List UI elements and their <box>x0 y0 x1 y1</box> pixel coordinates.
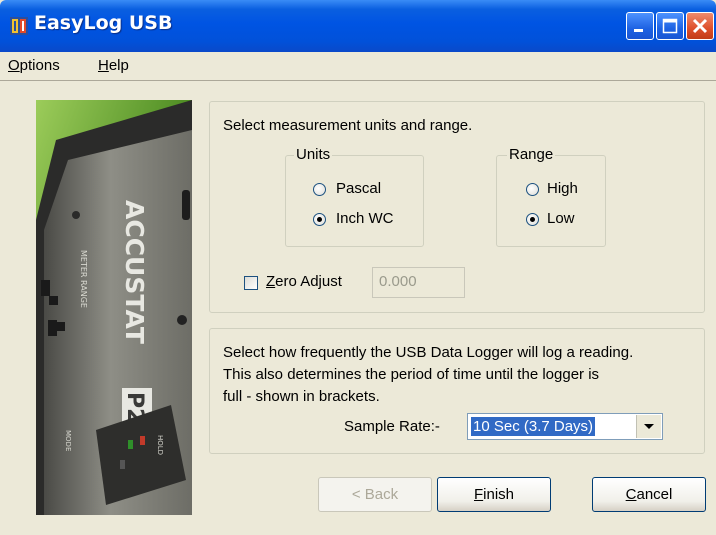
range-group: Range <box>496 146 606 247</box>
menu-bar: Options Help <box>0 52 716 80</box>
meter-range-label: METER RANGE <box>79 250 88 308</box>
units-pascal-radio[interactable] <box>313 183 326 196</box>
menu-help-label: elp <box>108 57 129 74</box>
sample-rate-select[interactable]: 10 Sec (3.7 Days) <box>467 413 663 440</box>
close-button[interactable] <box>686 12 714 40</box>
range-high-radio[interactable] <box>526 183 539 196</box>
maximize-icon <box>662 18 678 34</box>
maximize-button[interactable] <box>656 12 684 40</box>
rate-instruction-line1: Select how frequently the USB Data Logge… <box>223 344 634 361</box>
menu-options-mnemonic: O <box>8 57 20 74</box>
finish-mnemonic: F <box>473 486 484 503</box>
units-group-title: Units <box>294 146 333 163</box>
sample-rate-label: Sample Rate:- <box>344 418 440 435</box>
zero-adjust-text: ero Adjust <box>275 273 342 290</box>
finish-button[interactable]: Finish <box>437 477 551 512</box>
zero-adjust-checkbox[interactable] <box>244 276 258 290</box>
menu-help[interactable]: Help <box>98 57 129 74</box>
zero-adjust-mnemonic: Z <box>266 273 276 290</box>
close-icon <box>692 18 708 34</box>
device-illustration: ACCUSTAT P2 METER RANGE HOLD MODE <box>36 100 192 515</box>
zero-adjust-label[interactable]: Zero Adjust <box>266 273 342 290</box>
units-inchwc-radio[interactable] <box>313 213 326 226</box>
range-low-label[interactable]: Low <box>547 210 575 227</box>
menu-help-mnemonic: H <box>98 57 109 74</box>
window-title: EasyLog USB <box>34 12 173 34</box>
easylog-window: EasyLog USB Options Help ACCUSTAT P2 MET… <box>0 0 716 535</box>
finish-label: inish <box>483 486 515 503</box>
back-button[interactable]: < Back <box>318 477 432 512</box>
units-pascal-label[interactable]: Pascal <box>336 180 381 197</box>
units-group: Units <box>285 146 424 247</box>
device-photo: ACCUSTAT P2 METER RANGE HOLD MODE <box>36 100 192 515</box>
title-bar[interactable]: EasyLog USB <box>0 0 716 52</box>
menu-options[interactable]: Options <box>8 57 60 74</box>
rate-instruction-line3: full - shown in brackets. <box>223 388 380 405</box>
units-instruction: Select measurement units and range. <box>223 117 473 134</box>
cancel-mnemonic: C <box>625 486 637 503</box>
menu-separator <box>0 80 716 81</box>
minimize-button[interactable] <box>626 12 654 40</box>
chevron-down-icon <box>644 424 654 429</box>
minimize-icon <box>634 29 643 32</box>
zero-adjust-input[interactable]: 0.000 <box>372 267 465 298</box>
range-group-title: Range <box>507 146 556 163</box>
cancel-label: ancel <box>636 486 673 503</box>
mode-label: MODE <box>64 430 72 451</box>
device-name-text: ACCUSTAT <box>120 200 149 344</box>
hold-label: HOLD <box>156 435 164 455</box>
menu-options-label: ptions <box>19 57 60 74</box>
range-low-radio[interactable] <box>526 213 539 226</box>
sample-rate-value: 10 Sec (3.7 Days) <box>469 416 597 437</box>
rate-instruction-line2: This also determines the period of time … <box>223 366 600 383</box>
cancel-button[interactable]: Cancel <box>592 477 706 512</box>
range-high-label[interactable]: High <box>547 180 578 197</box>
app-icon <box>10 17 28 35</box>
dropdown-arrow-button[interactable] <box>636 415 661 438</box>
units-inchwc-label[interactable]: Inch WC <box>336 210 394 227</box>
